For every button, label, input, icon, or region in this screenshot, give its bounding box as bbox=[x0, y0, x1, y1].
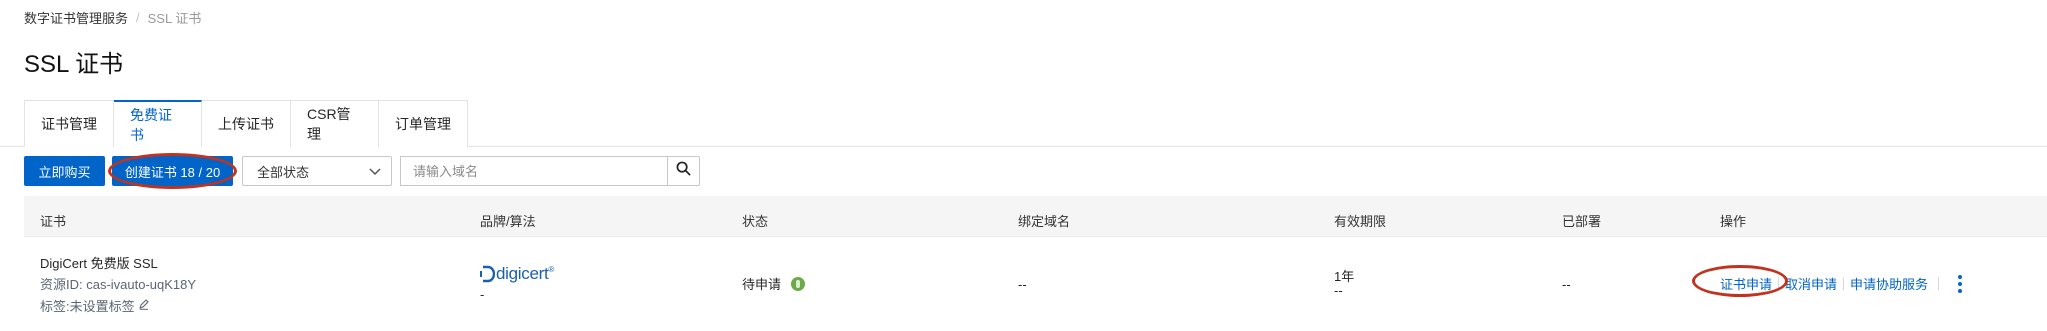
more-vertical-icon[interactable] bbox=[1955, 274, 1965, 293]
status-filter-select[interactable]: 全部状态 bbox=[242, 156, 392, 186]
tab-order-management[interactable]: 订单管理 bbox=[379, 100, 468, 147]
tab-label: 证书管理 bbox=[41, 116, 97, 132]
status-filter-value: 全部状态 bbox=[257, 164, 310, 180]
tag-label: 标签:未设置标签 bbox=[40, 299, 135, 314]
registered-mark: ® bbox=[548, 264, 555, 274]
apply-cert-link[interactable]: 证书申请 bbox=[1720, 274, 1772, 293]
search-icon bbox=[676, 161, 691, 181]
status-pending-icon bbox=[791, 276, 806, 291]
breadcrumb-current: SSL 证书 bbox=[147, 11, 202, 26]
buy-now-button[interactable]: 立即购买 bbox=[24, 156, 105, 186]
bound-domain: -- bbox=[1018, 277, 1027, 292]
cert-name: DigiCert 免费版 SSL bbox=[40, 256, 158, 271]
action-divider bbox=[1843, 277, 1845, 290]
request-assistance-link[interactable]: 申请协助服务 bbox=[1850, 274, 1928, 293]
col-header-status: 状态 bbox=[742, 214, 769, 229]
validity-sub: -- bbox=[1334, 283, 1343, 298]
breadcrumb-root[interactable]: 数字证书管理服务 bbox=[24, 8, 128, 27]
digicert-logo: digicert ® bbox=[480, 264, 554, 284]
domain-search-input[interactable] bbox=[400, 156, 668, 186]
tag-field[interactable]: 标签:未设置标签 bbox=[40, 296, 150, 315]
edit-icon[interactable] bbox=[138, 298, 150, 313]
status-cell: 待申请 bbox=[742, 274, 806, 293]
chevron-down-icon bbox=[369, 164, 381, 179]
tab-csr-management[interactable]: CSR管理 bbox=[291, 100, 379, 147]
status-text: 待申请 bbox=[742, 277, 782, 292]
col-header-actions: 操作 bbox=[1720, 214, 1747, 229]
col-header-domain: 绑定域名 bbox=[1018, 214, 1071, 229]
active-tab-gap bbox=[115, 146, 201, 147]
table-row: DigiCert 免费版 SSL 资源ID: cas-ivauto-uqK18Y… bbox=[0, 237, 2047, 331]
algorithm: - bbox=[480, 287, 485, 302]
tab-free-cert[interactable]: 免费证书 bbox=[114, 100, 202, 147]
action-divider bbox=[1938, 277, 1940, 290]
col-header-deployed: 已部署 bbox=[1562, 214, 1602, 229]
brand-name: digicert bbox=[496, 264, 549, 283]
digicert-mark-icon bbox=[480, 265, 495, 283]
breadcrumb-separator: / bbox=[136, 10, 140, 25]
search-button[interactable] bbox=[667, 156, 700, 186]
resource-id: 资源ID: cas-ivauto-uqK18Y bbox=[40, 277, 197, 292]
col-header-validity: 有效期限 bbox=[1334, 214, 1387, 229]
tab-label: 订单管理 bbox=[395, 116, 451, 132]
cancel-apply-link[interactable]: 取消申请 bbox=[1785, 274, 1837, 293]
tab-bar: 证书管理 免费证书 上传证书 CSR管理 订单管理 bbox=[24, 100, 468, 147]
tab-label: CSR管理 bbox=[307, 106, 351, 142]
col-header-brand: 品牌/算法 bbox=[480, 214, 536, 229]
col-header-cert: 证书 bbox=[40, 214, 67, 229]
create-cert-button[interactable]: 创建证书 18 / 20 bbox=[112, 156, 233, 186]
breadcrumb: 数字证书管理服务 / SSL 证书 bbox=[24, 8, 201, 27]
page-title: SSL 证书 bbox=[24, 51, 124, 78]
tab-upload-cert[interactable]: 上传证书 bbox=[202, 100, 291, 147]
deployed: -- bbox=[1562, 277, 1571, 292]
action-divider bbox=[1778, 277, 1780, 290]
tab-label: 上传证书 bbox=[218, 116, 274, 132]
row-actions: 证书申请 取消申请 申请协助服务 bbox=[1720, 274, 1965, 293]
tab-label: 免费证书 bbox=[130, 106, 172, 143]
tab-cert-management[interactable]: 证书管理 bbox=[24, 100, 114, 147]
